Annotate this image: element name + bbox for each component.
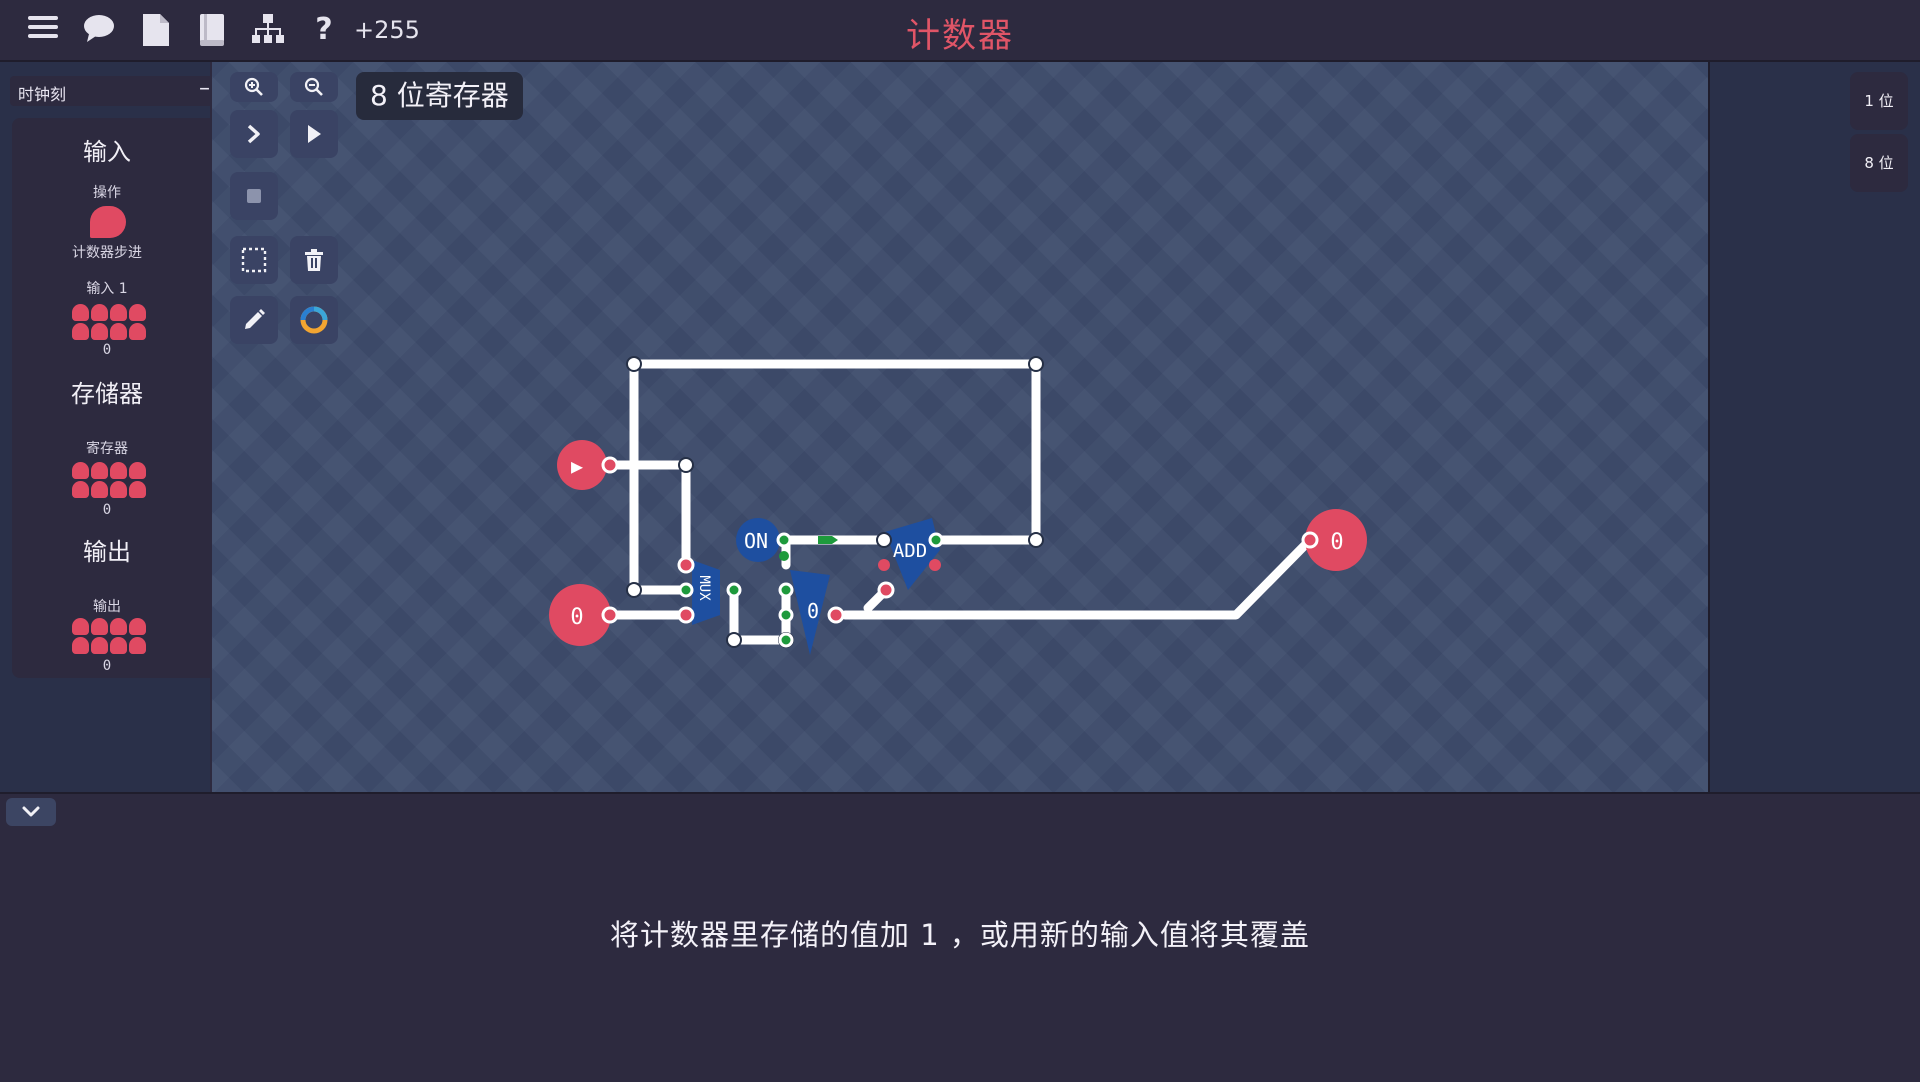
color-wheel-icon bbox=[300, 306, 328, 334]
zoom-out-icon bbox=[304, 77, 323, 96]
clock-selector[interactable]: 时钟刻 – bbox=[10, 76, 218, 106]
circuit-canvas[interactable] bbox=[212, 62, 1708, 792]
bit-width-8-button[interactable]: 8 位 bbox=[1850, 134, 1908, 192]
action-label: 操作 bbox=[93, 185, 121, 201]
component-sidebar: 时钟刻 – 输入 操作 计数器步进 输入 1 0 存储器 寄存器 0 输出 输出… bbox=[0, 62, 222, 792]
counter-step-label: 计数器步进 bbox=[72, 245, 142, 261]
section-title-output: 输出 bbox=[83, 538, 131, 566]
level-title: 计数器 bbox=[906, 16, 1014, 56]
zoom-in-icon bbox=[244, 77, 263, 96]
section-title-input: 输入 bbox=[83, 138, 131, 166]
component-list: 输入 操作 计数器步进 输入 1 0 存储器 寄存器 0 输出 输出 0 bbox=[12, 118, 222, 678]
zoom-in-button[interactable] bbox=[230, 72, 278, 102]
output-component[interactable] bbox=[72, 618, 146, 654]
counter-step-button[interactable] bbox=[90, 206, 126, 238]
top-bar: ? +255 计数器 bbox=[0, 0, 1920, 62]
output-value: 0 bbox=[102, 658, 112, 674]
play-button[interactable] bbox=[290, 110, 338, 158]
play-icon bbox=[308, 125, 321, 143]
clock-minus-button[interactable]: – bbox=[199, 76, 210, 101]
input1-component[interactable] bbox=[72, 304, 146, 340]
canvas-title: 8 位寄存器 bbox=[356, 72, 523, 120]
section-title-storage: 存储器 bbox=[71, 380, 143, 408]
zoom-out-button[interactable] bbox=[290, 72, 338, 102]
select-area-icon bbox=[241, 247, 267, 273]
input1-label: 输入 1 bbox=[86, 281, 128, 297]
pencil-icon bbox=[245, 309, 265, 329]
pencil-button[interactable] bbox=[230, 296, 278, 344]
level-description: 将计数器里存储的值加 1 ，或用新的输入值将其覆盖 bbox=[610, 918, 1310, 952]
bit-width-1-button[interactable]: 1 位 bbox=[1850, 72, 1908, 130]
collapse-button[interactable] bbox=[6, 798, 56, 826]
register-component[interactable] bbox=[72, 462, 146, 498]
register-label: 寄存器 bbox=[86, 441, 128, 457]
stop-icon bbox=[247, 189, 261, 203]
delete-button[interactable] bbox=[290, 236, 338, 284]
select-area-button[interactable] bbox=[230, 236, 278, 284]
trash-icon bbox=[305, 249, 323, 271]
output-label: 输出 bbox=[93, 599, 121, 615]
color-wheel-button[interactable] bbox=[290, 296, 338, 344]
chevron-down-icon bbox=[22, 806, 40, 817]
stop-button[interactable] bbox=[230, 172, 278, 220]
register-value: 0 bbox=[102, 502, 112, 518]
clock-label: 时钟刻 bbox=[18, 85, 67, 104]
input1-value: 0 bbox=[102, 342, 112, 358]
step-forward-button[interactable] bbox=[230, 110, 278, 158]
step-forward-icon bbox=[247, 124, 260, 144]
